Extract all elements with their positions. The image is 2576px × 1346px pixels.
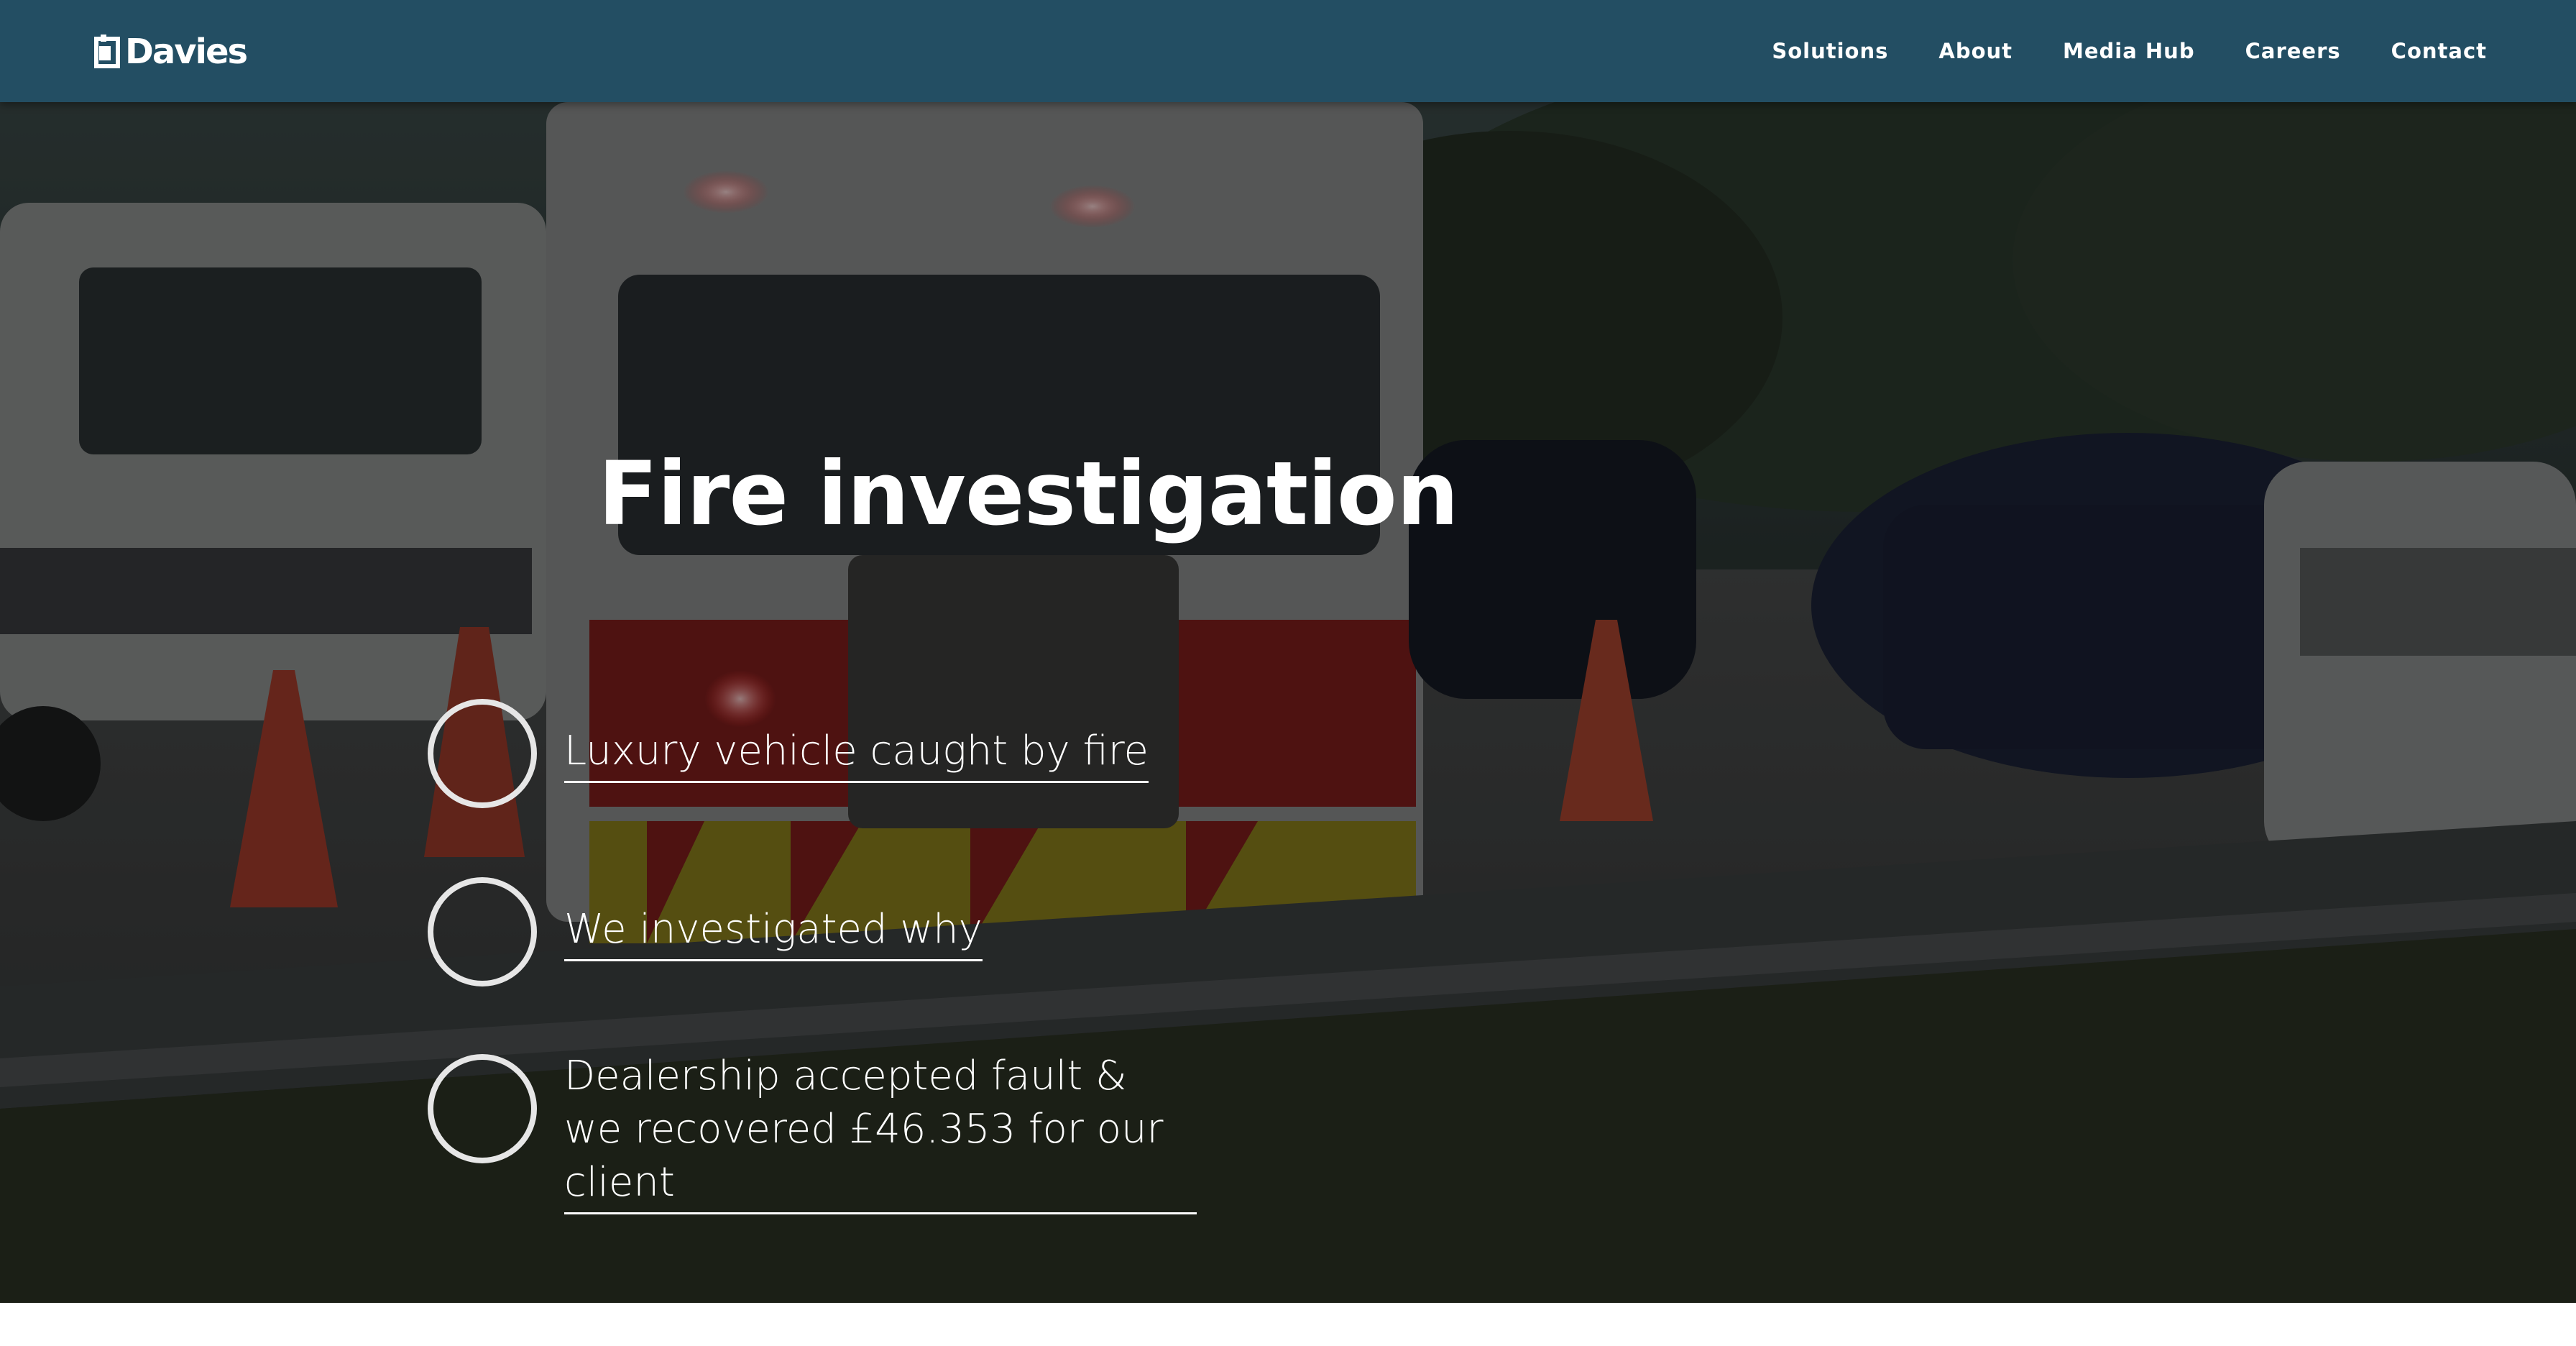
step-item-3: Dealership accepted fault & we recovered…: [428, 1051, 1197, 1214]
below-fold-area: [0, 1303, 2576, 1346]
hero-section: Fire investigation Luxury vehicle caught…: [0, 102, 2576, 1303]
top-navbar: Davies Solutions About Media Hub Careers…: [0, 0, 2576, 102]
hero-dark-overlay: [0, 102, 2576, 1303]
step-circle-icon: [428, 877, 537, 986]
logo-text: Davies: [125, 32, 248, 72]
step-circle-icon: [428, 699, 537, 808]
page-title: Fire investigation: [598, 443, 1459, 545]
main-nav: Solutions About Media Hub Careers Contac…: [1721, 0, 2487, 102]
nav-media-hub[interactable]: Media Hub: [2063, 39, 2195, 63]
davies-logo-icon: [94, 35, 120, 68]
step-item-1: Luxury vehicle caught by fire: [428, 699, 1149, 808]
step-circle-icon: [428, 1054, 537, 1163]
step-link-1[interactable]: Luxury vehicle caught by fire: [564, 725, 1149, 783]
step-link-3[interactable]: Dealership accepted fault & we recovered…: [564, 1050, 1197, 1214]
nav-careers[interactable]: Careers: [2245, 39, 2341, 63]
nav-contact[interactable]: Contact: [2391, 39, 2487, 63]
step-link-2[interactable]: We investigated why: [564, 903, 983, 961]
davies-logo[interactable]: Davies: [92, 32, 248, 72]
nav-solutions[interactable]: Solutions: [1772, 39, 1888, 63]
step-item-2: We investigated why: [428, 877, 983, 986]
nav-about[interactable]: About: [1938, 39, 2012, 63]
